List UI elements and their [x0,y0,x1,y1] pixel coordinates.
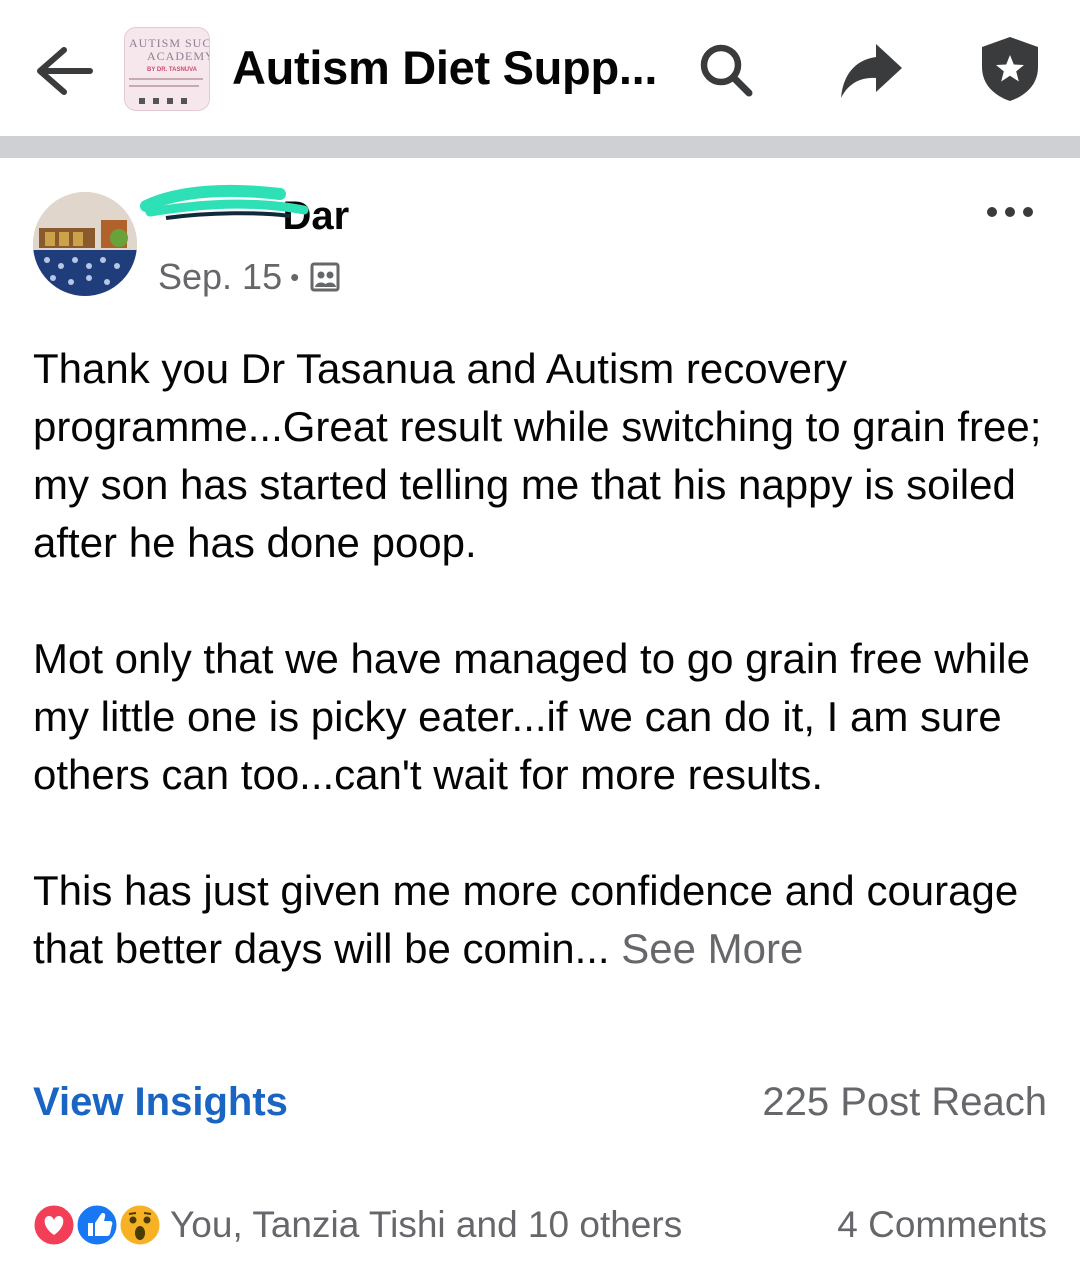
love-reaction-icon [32,1202,77,1248]
thumbnail-line [129,85,199,87]
back-arrow-icon[interactable] [30,40,96,102]
thumbnail-icons [139,98,187,104]
group-audience-icon [310,262,340,292]
search-icon[interactable] [696,40,756,100]
reaction-icons[interactable] [32,1202,166,1248]
like-reaction-icon [74,1202,120,1248]
share-icon[interactable] [838,40,904,102]
see-more-link[interactable]: See More [621,925,803,972]
post-date[interactable]: Sep. 15 [158,256,282,298]
author-avatar[interactable] [33,192,137,296]
post-paragraph: This has just given me more confidence a… [33,867,1019,972]
redaction-scribble [140,184,309,220]
post-body: Thank you Dr Tasanua and Autism recovery… [33,340,1043,978]
group-thumbnail-text: ACADEMY [147,49,210,63]
group-thumbnail-text: BY DR. TASNUVA [147,67,198,73]
admin-badge-icon[interactable] [978,35,1042,103]
post-paragraph-last: This has just given me more confidence a… [33,862,1043,978]
wow-reaction-icon [117,1202,163,1248]
top-bar: AUTISM SUC ACADEMY BY DR. TASNUVA Autism… [0,0,1080,136]
post-reach: 225 Post Reach [762,1080,1047,1124]
section-divider [0,136,1080,158]
comments-count[interactable]: 4 Comments [837,1204,1047,1246]
more-options-icon[interactable] [984,198,1036,226]
meta-separator: • [290,261,300,292]
thumbnail-line [129,78,203,80]
post-paragraph: Mot only that we have managed to go grai… [33,635,1030,798]
post-paragraph: Thank you Dr Tasanua and Autism recovery… [33,345,1042,566]
post-meta: Sep. 15 • [158,256,341,298]
author-avatar-image [33,192,137,296]
view-insights-link[interactable]: View Insights [33,1080,288,1125]
group-thumbnail[interactable]: AUTISM SUC ACADEMY BY DR. TASNUVA [124,27,210,111]
group-title[interactable]: Autism Diet Supp... [232,40,657,95]
reactions-summary[interactable]: You, Tanzia Tishi and 10 others [170,1204,682,1246]
